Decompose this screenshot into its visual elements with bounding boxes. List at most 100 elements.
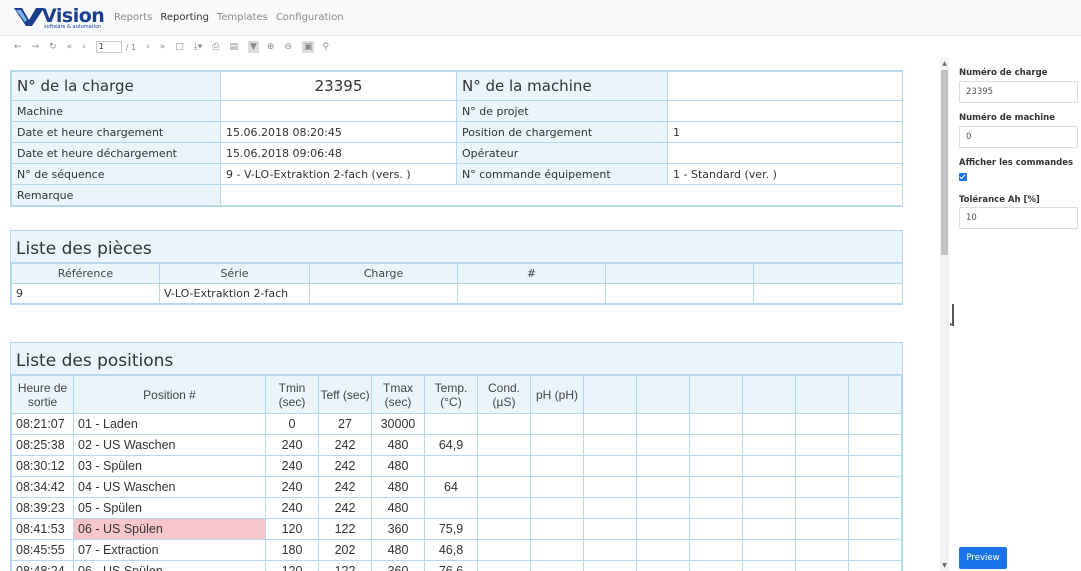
position-cell: 08:25:38 — [11, 434, 74, 456]
previous-page-icon[interactable]: ‹ — [82, 41, 86, 53]
position-cell: 27 — [318, 413, 372, 435]
nav-item-reports[interactable]: Reports — [114, 12, 152, 23]
nav-menu: Reports Reporting Templates Configuratio… — [114, 12, 352, 23]
parts-cell — [605, 283, 754, 304]
scroll-down-arrow-icon[interactable]: ▼ — [940, 562, 949, 569]
page-total: / 1 — [125, 42, 137, 52]
position-cell-empty — [689, 560, 743, 571]
position-cell — [424, 455, 478, 477]
charge-number-input[interactable]: 23395 — [959, 81, 1078, 103]
parts-col-empty — [753, 263, 903, 284]
zoom-out-icon[interactable]: ⊖ — [284, 41, 292, 53]
position-cell — [530, 455, 584, 477]
export-icon[interactable]: ⤓▾ — [194, 41, 203, 53]
position-cell: 240 — [265, 476, 319, 498]
table-row: 08:45:55 07 - Extraction 180 202 480 46,8 — [11, 539, 902, 561]
filter-icon[interactable]: ▼ — [247, 41, 259, 53]
last-page-icon[interactable]: » — [160, 41, 166, 53]
position-cell — [424, 413, 478, 435]
search-icon[interactable]: ⚲ — [322, 41, 329, 53]
position-cell: 122 — [318, 560, 372, 571]
refresh-icon[interactable]: ↻ — [49, 41, 57, 53]
back-icon[interactable]: ← — [14, 41, 22, 53]
position-cell: 242 — [318, 497, 372, 519]
scroll-up-arrow-icon[interactable]: ▲ — [940, 60, 949, 67]
parts-cell: V-LO-Extraktion 2-fach — [159, 283, 310, 304]
parts-table: Référence Série Charge # 9 V-LO-Extrakti… — [11, 263, 903, 304]
positions-section: Liste des positions Heure de sortie Posi… — [10, 342, 903, 571]
position-cell: 240 — [265, 434, 319, 456]
charge-value: 23395 — [220, 71, 457, 101]
pos-col-empty — [848, 375, 902, 414]
print-layout-icon[interactable]: ▤ — [229, 41, 238, 53]
position-cell: 75,9 — [424, 518, 478, 540]
position-cell: 0 — [265, 413, 319, 435]
position-cell — [477, 518, 531, 540]
unload-date-value: 15.06.2018 09:06:48 — [220, 142, 457, 164]
parts-col-charge: Charge — [309, 263, 458, 284]
position-cell-empty — [689, 413, 743, 435]
parts-col-empty — [605, 263, 754, 284]
table-row: 08:21:07 01 - Laden 0 27 30000 — [11, 413, 902, 435]
load-date-label: Date et heure chargement — [11, 121, 221, 143]
tolerance-input[interactable]: 10 — [959, 207, 1078, 229]
report-scrollbar[interactable]: ▲ ▼ — [940, 58, 949, 571]
page-number-input[interactable]: 1 — [95, 41, 122, 53]
position-cell-empty — [583, 560, 637, 571]
nav-item-templates[interactable]: Templates — [217, 12, 268, 23]
position-cell: 76,6 — [424, 560, 478, 571]
position-cell-empty — [689, 539, 743, 561]
parts-cell — [309, 283, 458, 304]
pos-col-empty — [795, 375, 849, 414]
machine-number-value — [667, 71, 903, 101]
position-cell: 120 — [265, 560, 319, 571]
fit-page-icon[interactable]: ▣ — [301, 41, 315, 53]
position-cell: 06 - US Spülen — [73, 560, 266, 571]
report-canvas: N° de la charge 23395 N° de la machine M… — [0, 58, 940, 571]
next-page-icon[interactable]: › — [146, 41, 150, 53]
position-cell-empty — [742, 497, 796, 519]
charge-header-section: N° de la charge 23395 N° de la machine M… — [10, 70, 903, 207]
unload-date-label: Date et heure déchargement — [11, 142, 221, 164]
position-cell-empty — [795, 518, 849, 540]
document-icon[interactable]: □ — [175, 41, 184, 53]
positions-header-row: Heure de sortie Position # Tmin (sec) Te… — [11, 375, 902, 414]
first-page-icon[interactable]: « — [67, 41, 73, 53]
position-cell-empty — [795, 497, 849, 519]
print-icon[interactable]: ⎙ — [212, 41, 219, 53]
position-cell: 08:21:07 — [11, 413, 74, 435]
nav-item-reporting[interactable]: Reporting — [160, 12, 209, 23]
brand-logo[interactable]: Vision software & automation — [14, 5, 105, 31]
pos-col-ph: pH (pH) — [530, 375, 584, 414]
position-cell-empty — [636, 539, 690, 561]
position-cell-empty — [848, 539, 902, 561]
preview-button[interactable]: Preview — [959, 547, 1007, 569]
position-cell-empty — [689, 476, 743, 498]
position-cell-empty — [583, 497, 637, 519]
nav-item-configuration[interactable]: Configuration — [276, 12, 344, 23]
show-commands-checkbox[interactable] — [959, 173, 967, 181]
position-cell-empty — [848, 497, 902, 519]
position-cell: 120 — [265, 518, 319, 540]
app-window: Vision software & automation Reports Rep… — [0, 0, 1081, 571]
position-cell-empty — [583, 518, 637, 540]
position-cell — [530, 434, 584, 456]
machine-number-input[interactable]: 0 — [959, 126, 1078, 148]
project-value — [667, 100, 903, 122]
splitter-arrow-icon[interactable]: ▸ — [950, 321, 953, 328]
sequence-label: N° de séquence — [11, 163, 221, 185]
forward-icon[interactable]: → — [32, 41, 40, 53]
parts-title: Liste des pièces — [11, 231, 902, 263]
parameters-panel: Numéro de charge 23395 Numéro de machine… — [957, 58, 1081, 571]
positions-table: Heure de sortie Position # Tmin (sec) Te… — [11, 375, 902, 571]
zoom-in-icon[interactable]: ⊕ — [267, 41, 275, 53]
charge-label: N° de la charge — [11, 71, 221, 101]
position-cell-empty — [848, 518, 902, 540]
position-cell: 480 — [371, 539, 425, 561]
pos-col-teff: Teff (sec) — [318, 375, 372, 414]
scroll-thumb[interactable] — [941, 70, 948, 255]
position-cell-empty — [742, 455, 796, 477]
position-cell: 242 — [318, 455, 372, 477]
position-cell-empty — [742, 413, 796, 435]
position-cell — [477, 413, 531, 435]
